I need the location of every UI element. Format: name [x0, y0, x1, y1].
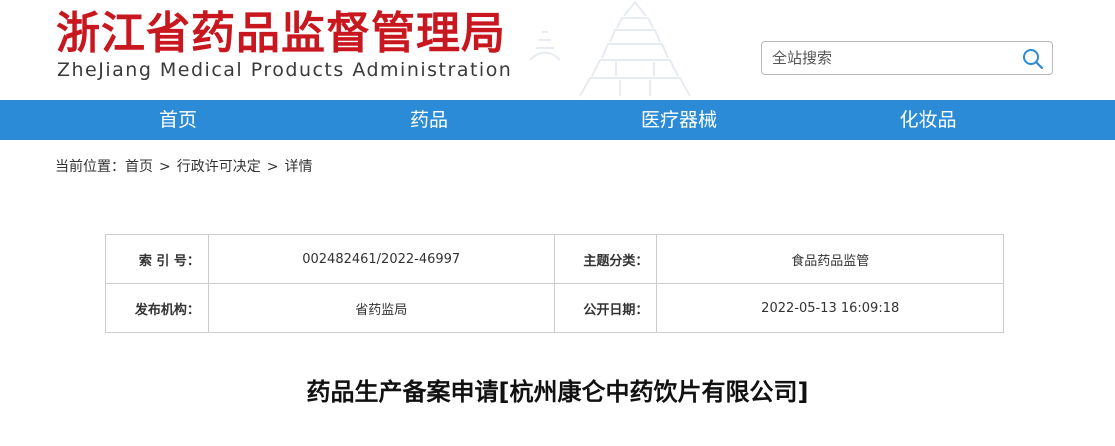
- index-number-label: 索 引 号：: [105, 234, 209, 284]
- document-meta-table: 索 引 号： 002482461/2022-46997 主题分类： 食品药品监管…: [105, 234, 1004, 333]
- topic-category-label: 主题分类：: [553, 234, 658, 284]
- nav-item-cosmetics[interactable]: 化妆品: [878, 100, 978, 140]
- publisher-value: 省药监局: [207, 283, 555, 333]
- nav-item-medical-devices[interactable]: 医疗器械: [619, 100, 739, 140]
- publisher-label: 发布机构：: [105, 283, 209, 333]
- breadcrumb-separator: >: [159, 159, 171, 175]
- site-logo-title[interactable]: 浙江省药品监督管理局: [56, 6, 506, 62]
- site-logo-subtitle: ZheJiang Medical Products Administration: [57, 59, 513, 81]
- main-nav: 首页 药品 医疗器械 化妆品: [0, 100, 1115, 140]
- nav-item-drugs[interactable]: 药品: [379, 100, 479, 140]
- breadcrumb-prefix: 当前位置：: [55, 159, 125, 175]
- table-row: 索 引 号： 002482461/2022-46997 主题分类： 食品药品监管: [105, 234, 1004, 284]
- search-icon[interactable]: [1022, 48, 1044, 70]
- breadcrumb-decisions-link[interactable]: 行政许可决定: [177, 159, 261, 175]
- breadcrumb-current: 详情: [284, 159, 313, 175]
- article-title: 药品生产备案申请[杭州康仑中药饮片有限公司]: [306, 378, 809, 406]
- publish-date-value: 2022-05-13 16:09:18: [656, 283, 1004, 333]
- breadcrumb-separator: >: [266, 159, 279, 175]
- publish-date-label: 公开日期：: [553, 283, 658, 333]
- breadcrumb: 当前位置：首页 > 行政许可决定 > 详情: [55, 156, 312, 176]
- search-input[interactable]: [772, 46, 1012, 70]
- pagoda-watermark-icon: [529, 0, 691, 97]
- search-box: [761, 41, 1053, 75]
- topic-category-value: 食品药品监管: [656, 234, 1004, 284]
- table-row: 发布机构： 省药监局 公开日期： 2022-05-13 16:09:18: [105, 283, 1004, 333]
- index-number-value: 002482461/2022-46997: [207, 234, 555, 284]
- breadcrumb-home-link[interactable]: 首页: [125, 159, 153, 175]
- site-header: 浙江省药品监督管理局 ZheJiang Medical Products Adm…: [0, 0, 1115, 100]
- nav-item-home[interactable]: 首页: [128, 100, 228, 140]
